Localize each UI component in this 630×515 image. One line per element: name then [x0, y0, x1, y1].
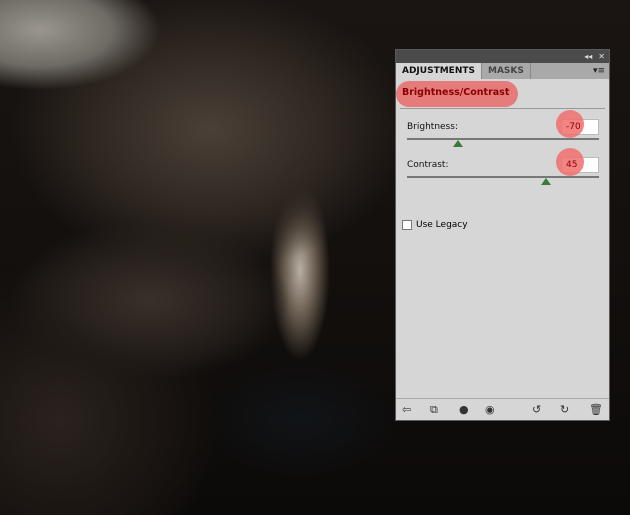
brightness-slider-track[interactable] — [407, 138, 599, 140]
clip-layer-icon[interactable]: ● — [459, 403, 469, 416]
adjustment-title: Brightness/Contrast — [402, 87, 510, 98]
panel-menu-icon[interactable]: ▾≡ — [593, 63, 605, 79]
panel-titlebar: ◂◂ ✕ — [396, 50, 609, 63]
adjustments-panel: ◂◂ ✕ ADJUSTMENTS MASKS ▾≡ Brightness/Cont… — [395, 49, 610, 421]
panel-footer: ⇦ ⧉ ● ◉ ↺ ↻ 🗑 — [396, 398, 609, 420]
brightness-slider-thumb[interactable] — [453, 140, 464, 147]
adjustment-header: Brightness/Contrast — [396, 79, 605, 109]
tab-masks[interactable]: MASKS — [482, 63, 531, 79]
brightness-input[interactable]: -70 — [556, 110, 599, 138]
view-previous-icon[interactable]: ↺ — [532, 403, 541, 416]
visibility-eye-icon[interactable]: ◉ — [485, 403, 495, 416]
trash-icon[interactable]: 🗑 — [589, 403, 603, 416]
use-legacy-label: Use Legacy — [416, 220, 468, 230]
contrast-slider-track[interactable] — [407, 176, 599, 178]
contrast-row: Contrast: 45 — [407, 148, 599, 185]
use-legacy-checkbox[interactable] — [402, 220, 412, 230]
tab-adjustments[interactable]: ADJUSTMENTS — [396, 63, 482, 79]
contrast-slider-thumb[interactable] — [541, 178, 552, 185]
reset-icon[interactable]: ↻ — [560, 403, 569, 416]
close-icon[interactable]: ✕ — [598, 52, 605, 61]
use-legacy-option[interactable]: Use Legacy — [402, 220, 468, 230]
back-arrow-icon[interactable]: ⇦ — [402, 403, 411, 416]
collapse-icon[interactable]: ◂◂ — [584, 52, 592, 61]
brightness-row: Brightness: -70 — [407, 110, 599, 147]
expand-view-icon[interactable]: ⧉ — [430, 403, 438, 417]
contrast-input[interactable]: 45 — [556, 148, 599, 176]
